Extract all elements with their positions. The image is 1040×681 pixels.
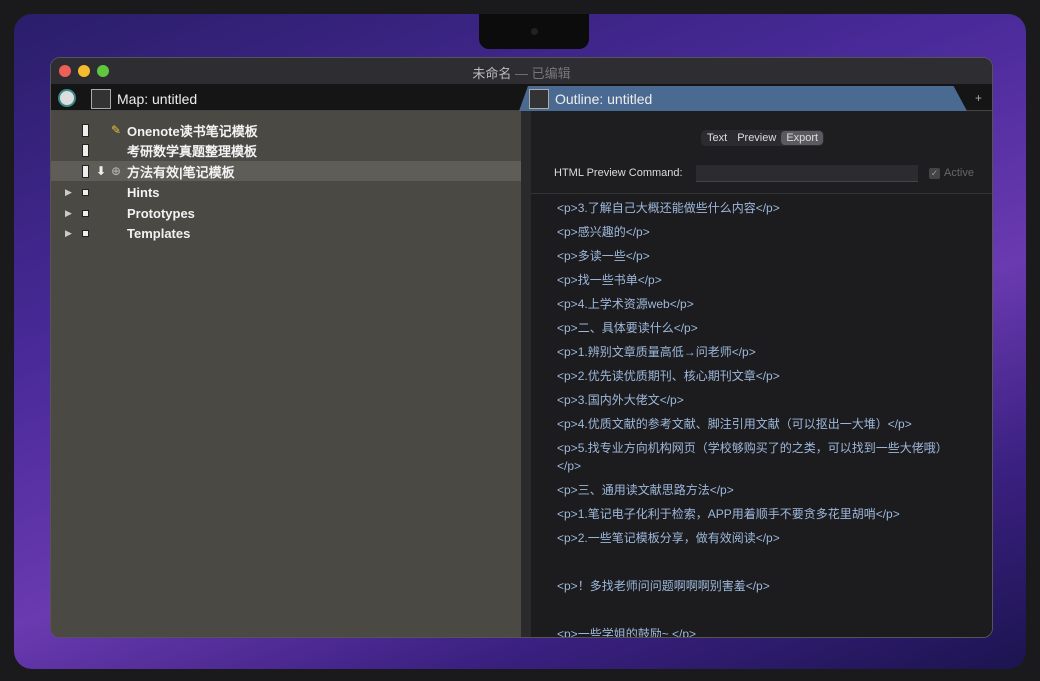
code-line: <p>1.辨别文章质量高低→问老师</p> xyxy=(557,345,756,359)
outline-pane: Text Preview Export HTML Preview Command… xyxy=(531,111,992,637)
map-item[interactable]: 考研数学真题整理模板 xyxy=(51,140,521,160)
document-status-icon[interactable] xyxy=(58,89,76,107)
code-line: <p>4.优质文献的参考文献、脚注引用文献（可以抠出一大堆）</p> xyxy=(557,417,912,431)
code-line: <p>5.找专业方向机构网页（学校够购买了的之类，可以找到一些大佬哦）</p> xyxy=(557,441,948,473)
code-line: <p>3.了解自己大概还能做些什么内容</p> xyxy=(557,201,780,215)
tab-outline[interactable]: Outline: untitled xyxy=(519,86,967,111)
note-icon xyxy=(82,123,89,137)
map-item-selected[interactable]: ⬇ ⊕ 方法有效|笔记模板 xyxy=(51,161,521,181)
container-icon xyxy=(82,189,89,196)
note-icon xyxy=(82,164,89,178)
map-view[interactable]: ✎ Onenote读书笔记模板 考研数学真题整理模板 ⬇ ⊕ 方法有效|笔记模板 ▶ H… xyxy=(51,111,521,637)
tab-map[interactable]: Map: untitled xyxy=(91,86,197,111)
export-text-area[interactable]: <p>3.了解自己大概还能做些什么内容</p> <p>感兴趣的</p> <p>多… xyxy=(531,193,992,637)
map-icon xyxy=(91,88,111,109)
map-item[interactable]: ▶ Hints xyxy=(51,182,521,202)
pen-icon: ✎ xyxy=(111,123,122,137)
container-icon xyxy=(82,230,89,237)
camera-icon xyxy=(531,28,538,35)
disclosure-triangle-icon[interactable]: ▶ xyxy=(65,228,72,239)
disclosure-triangle-icon[interactable]: ▶ xyxy=(65,208,72,219)
container-icon xyxy=(82,210,89,217)
code-line: <p>一些学姐的鼓励~ </p> xyxy=(557,627,697,638)
app-window: 未命名 — 已编辑 Map: untitled Outline: untitle… xyxy=(50,57,993,638)
segment-preview[interactable]: Preview xyxy=(732,131,781,145)
code-line: <p>二、具体要读什么</p> xyxy=(557,321,698,335)
note-icon xyxy=(82,143,89,157)
map-item[interactable]: ▶ Prototypes xyxy=(51,203,521,223)
code-line: <p>2.优先读优质期刊、核心期刊文章</p> xyxy=(557,369,780,383)
tab-bar: Map: untitled Outline: untitled + xyxy=(51,84,992,111)
segment-export[interactable]: Export xyxy=(781,131,824,145)
code-line: <p>找一些书单</p> xyxy=(557,273,662,287)
code-line: <p>1.笔记电子化利于检索，APP用着顺手不要贪多花里胡哨</p> xyxy=(557,507,900,521)
segment-text[interactable]: Text xyxy=(702,131,732,145)
disclosure-triangle-icon[interactable]: ▶ xyxy=(65,187,72,198)
map-item[interactable]: ✎ Onenote读书笔记模板 xyxy=(51,120,521,140)
window-title: 未命名 — 已编辑 xyxy=(472,66,571,81)
active-checkbox[interactable]: ✓ Active xyxy=(929,167,974,179)
add-circle-icon[interactable]: ⊕ xyxy=(111,164,121,178)
html-preview-label: HTML Preview Command: xyxy=(554,167,683,179)
outline-icon xyxy=(529,88,549,109)
code-line: <p>！多找老师问问题啊啊啊别害羞</p> xyxy=(557,579,770,593)
code-line: <p>4.上学术资源web</p> xyxy=(557,297,694,311)
code-line: <p>3.国内外大佬文</p> xyxy=(557,393,684,407)
code-line: <p>2.一些笔记模板分享，做有效阅读</p> xyxy=(557,531,780,545)
add-tab-button[interactable]: + xyxy=(975,91,982,105)
split-divider[interactable] xyxy=(521,111,531,637)
title-bar: 未命名 — 已编辑 xyxy=(51,58,992,84)
code-line: <p>三、通用读文献思路方法</p> xyxy=(557,483,734,497)
html-preview-command-input[interactable] xyxy=(696,165,918,182)
arrow-down-icon: ⬇ xyxy=(96,164,107,178)
checkmark-icon: ✓ xyxy=(929,167,940,179)
code-line: <p>多读一些</p> xyxy=(557,249,650,263)
view-mode-segmented-control: Text Preview Export xyxy=(701,130,825,146)
map-item[interactable]: ▶ Templates xyxy=(51,223,521,243)
code-line: <p>感兴趣的</p> xyxy=(557,225,650,239)
